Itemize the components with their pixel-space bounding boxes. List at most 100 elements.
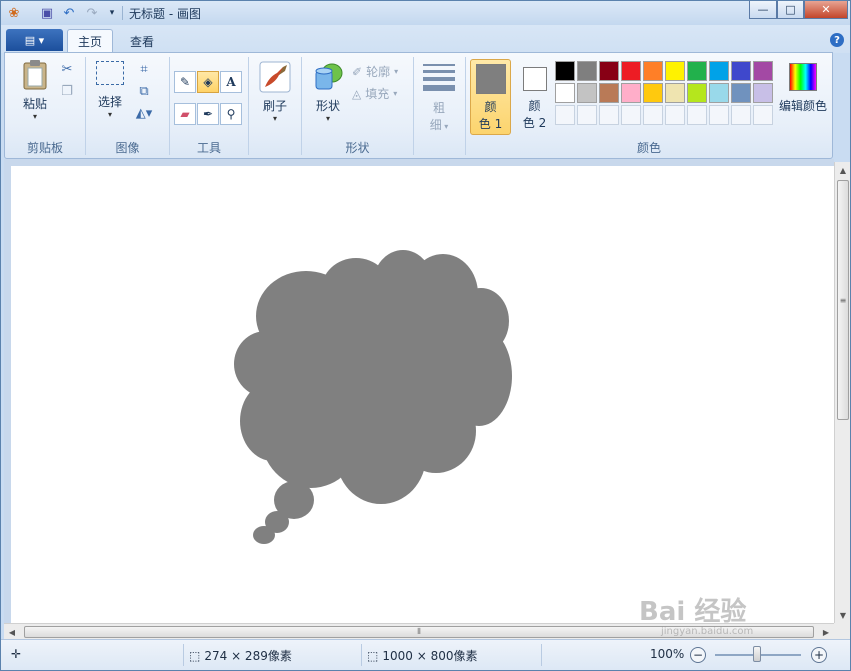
redo-icon[interactable]: ↷ — [84, 5, 100, 21]
select-button[interactable]: 选择 ▾ — [92, 61, 128, 119]
tab-home[interactable]: 主页 — [67, 29, 113, 53]
minimize-button[interactable]: — — [749, 1, 777, 19]
shapes-button[interactable]: 形状 ▾ — [308, 61, 348, 123]
fill-dropdown-icon: ▾ — [393, 89, 398, 98]
size-group: 粗 细 ▾ — [414, 53, 464, 158]
custom-color-slot[interactable] — [731, 105, 751, 125]
selection-size-icon: ⬚ — [189, 648, 201, 663]
ribbon-panel: 粘贴 ▾ ✂ ❐ 剪贴板 选择 ▾ ⌗ ⧉ ◭▾ 图像 ✎ ◈ A ▰ ✒ ⚲ … — [4, 52, 833, 159]
custom-color-slot[interactable] — [621, 105, 641, 125]
brushes-group: 刷子 ▾ — [249, 53, 301, 158]
cut-icon[interactable]: ✂ — [57, 59, 77, 79]
brushes-button[interactable]: 刷子 ▾ — [257, 61, 293, 123]
resize-icon[interactable]: ⧉ — [134, 81, 154, 101]
palette-swatch[interactable] — [643, 83, 663, 103]
color1-label-line1: 颜 — [484, 100, 497, 114]
fill-bucket-icon[interactable]: ◈ — [197, 71, 219, 93]
copy-icon[interactable]: ❐ — [57, 81, 77, 101]
vertical-scrollbar[interactable]: ▲ ≡ ▼ — [834, 162, 850, 623]
zoom-level: 100% — [650, 647, 685, 661]
zoom-out-button[interactable]: − — [690, 647, 706, 663]
palette-swatch[interactable] — [665, 83, 685, 103]
palette-swatch[interactable] — [577, 61, 597, 81]
palette-swatch[interactable] — [753, 83, 773, 103]
drawing-canvas[interactable] — [11, 166, 835, 623]
close-button[interactable]: ✕ — [804, 1, 848, 19]
palette-swatch[interactable] — [555, 83, 575, 103]
vertical-scroll-thumb[interactable]: ≡ — [837, 180, 849, 420]
custom-color-slot[interactable] — [555, 105, 575, 125]
palette-swatch[interactable] — [753, 61, 773, 81]
status-separator — [361, 644, 362, 666]
color1-swatch — [475, 64, 506, 94]
size-label-line1: 粗 — [432, 101, 445, 115]
paste-button[interactable]: 粘贴 ▾ — [15, 59, 55, 121]
custom-color-slot[interactable] — [599, 105, 619, 125]
undo-icon[interactable]: ↶ — [61, 5, 77, 21]
palette-swatch[interactable] — [599, 61, 619, 81]
color1-button[interactable]: 颜 色 1 — [470, 59, 511, 135]
palette-swatch[interactable] — [687, 83, 707, 103]
fill-button[interactable]: ◬ 填充 ▾ — [352, 85, 397, 102]
magnifier-icon[interactable]: ⚲ — [220, 103, 242, 125]
customize-dropdown-icon[interactable]: ▾ — [104, 5, 120, 21]
edit-colors-icon — [789, 63, 817, 91]
select-icon — [96, 61, 124, 85]
palette-swatch[interactable] — [555, 61, 575, 81]
palette-swatch[interactable] — [687, 61, 707, 81]
rotate-icon[interactable]: ◭▾ — [134, 103, 154, 123]
color-palette — [555, 61, 774, 126]
size-dropdown-icon: ▾ — [441, 122, 449, 131]
custom-color-slot[interactable] — [665, 105, 685, 125]
scroll-left-arrow-icon[interactable]: ◀ — [4, 624, 20, 640]
paint-app-icon[interactable]: ❀ — [6, 5, 22, 21]
tab-view[interactable]: 查看 — [119, 29, 165, 53]
eraser-icon[interactable]: ▰ — [174, 103, 196, 125]
palette-swatch[interactable] — [709, 83, 729, 103]
scroll-down-arrow-icon[interactable]: ▼ — [835, 607, 851, 623]
custom-color-slot[interactable] — [643, 105, 663, 125]
palette-swatch[interactable] — [643, 61, 663, 81]
maximize-button[interactable]: □ — [777, 1, 804, 19]
save-icon[interactable]: ▣ — [39, 5, 55, 21]
paste-icon — [23, 60, 47, 90]
shapes-group-label: 形状 — [345, 141, 370, 155]
custom-color-slot[interactable] — [577, 105, 597, 125]
outline-button[interactable]: ✐ 轮廓 ▾ — [352, 63, 398, 80]
cursor-position: ✛ — [11, 647, 21, 661]
size-lines-icon — [423, 61, 455, 91]
zoom-in-button[interactable]: + — [811, 647, 827, 663]
scroll-right-arrow-icon[interactable]: ▶ — [818, 624, 834, 640]
shapes-label: 形状 — [315, 99, 340, 113]
crop-icon[interactable]: ⌗ — [134, 59, 154, 79]
help-icon[interactable]: ? — [830, 33, 844, 47]
palette-swatch[interactable] — [731, 61, 751, 81]
color2-button[interactable]: 颜 色 2 — [514, 59, 555, 135]
status-separator — [541, 644, 542, 666]
text-tool-icon[interactable]: A — [220, 71, 242, 93]
pencil-icon[interactable]: ✎ — [174, 71, 196, 93]
custom-color-slot[interactable] — [709, 105, 729, 125]
edit-colors-label: 编辑颜色 — [778, 99, 827, 113]
app-menu-button[interactable]: ▤ ▾ — [6, 29, 63, 51]
brushes-dropdown-icon: ▾ — [272, 114, 277, 123]
palette-swatch[interactable] — [621, 83, 641, 103]
palette-swatch[interactable] — [599, 83, 619, 103]
palette-swatch[interactable] — [621, 61, 641, 81]
selection-size: ⬚ 274 × 289像素 — [189, 647, 292, 664]
edit-colors-button[interactable]: 编辑颜色 — [777, 63, 829, 114]
palette-swatch[interactable] — [665, 61, 685, 81]
size-button[interactable]: 粗 细 ▾ — [420, 61, 458, 133]
custom-color-slot[interactable] — [753, 105, 773, 125]
color-picker-icon[interactable]: ✒ — [197, 103, 219, 125]
zoom-slider-thumb[interactable] — [753, 646, 761, 662]
palette-swatch[interactable] — [577, 83, 597, 103]
window-title: 无标题 - 画图 — [129, 7, 201, 21]
palette-swatch[interactable] — [709, 61, 729, 81]
scroll-up-arrow-icon[interactable]: ▲ — [835, 162, 851, 178]
image-group-label: 图像 — [115, 141, 140, 155]
scrollbar-corner — [834, 623, 850, 639]
palette-swatch[interactable] — [731, 83, 751, 103]
size-label-line2: 细 ▾ — [430, 116, 449, 133]
custom-color-slot[interactable] — [687, 105, 707, 125]
